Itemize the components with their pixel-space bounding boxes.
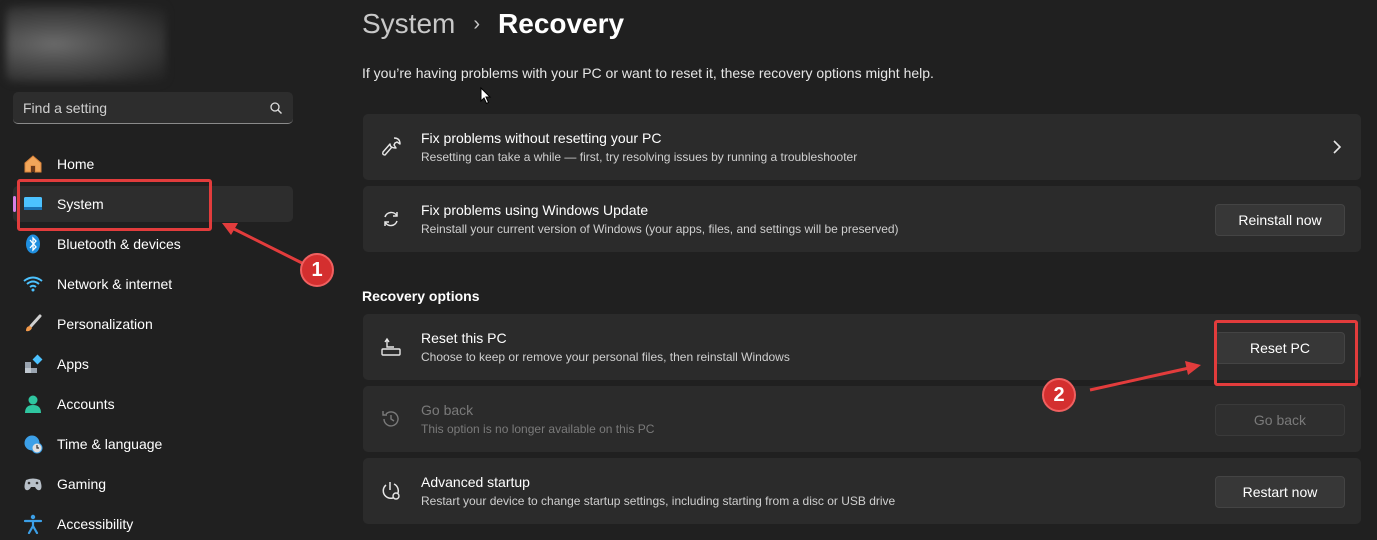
breadcrumb-separator: › xyxy=(473,12,481,35)
selection-indicator xyxy=(13,196,16,212)
sidebar-item-label: Accounts xyxy=(57,396,115,412)
history-icon xyxy=(379,407,403,431)
card-subtitle: Resetting can take a while — first, try … xyxy=(421,150,858,164)
sidebar-item-gaming[interactable]: Gaming xyxy=(13,466,293,502)
breadcrumb: System › Recovery xyxy=(362,8,624,40)
go-back-button[interactable]: Go back xyxy=(1215,404,1345,436)
sidebar-item-label: Personalization xyxy=(57,316,153,332)
bluetooth-icon xyxy=(23,234,43,254)
gamepad-icon xyxy=(23,474,43,494)
sidebar: Find a setting Home System Bluetooth & d… xyxy=(0,0,305,540)
sidebar-item-network[interactable]: Network & internet xyxy=(13,266,293,302)
sidebar-item-accessibility[interactable]: Accessibility xyxy=(13,506,293,540)
annotation-arrow-1 xyxy=(222,223,305,266)
search-placeholder[interactable]: Find a setting xyxy=(23,100,269,116)
annotation-box-1 xyxy=(17,179,212,231)
globe-clock-icon xyxy=(23,434,43,454)
breadcrumb-parent[interactable]: System xyxy=(362,8,455,40)
search-field[interactable]: Find a setting xyxy=(13,92,293,124)
sidebar-item-label: Gaming xyxy=(57,476,107,492)
accessibility-icon xyxy=(23,514,43,534)
restart-now-button[interactable]: Restart now xyxy=(1215,476,1345,508)
home-icon xyxy=(23,154,43,174)
avatar[interactable] xyxy=(6,6,166,82)
annotation-step-1: 1 xyxy=(300,253,334,287)
reset-pc-card: Reset this PC Choose to keep or remove y… xyxy=(363,314,1361,380)
advanced-startup-card: Advanced startup Restart your device to … xyxy=(363,458,1361,524)
sidebar-item-label: Home xyxy=(57,156,95,172)
annotation-box-2 xyxy=(1214,320,1358,386)
brush-icon xyxy=(23,314,43,334)
wifi-icon xyxy=(23,274,43,294)
go-back-card: Go back This option is no longer availab… xyxy=(363,386,1361,452)
card-title: Fix problems without resetting your PC xyxy=(421,130,662,146)
sidebar-item-accounts[interactable]: Accounts xyxy=(13,386,293,422)
sidebar-item-label: Bluetooth & devices xyxy=(57,236,181,252)
sidebar-item-personalization[interactable]: Personalization xyxy=(13,306,293,342)
sidebar-item-home[interactable]: Home xyxy=(13,146,293,182)
page-title: Recovery xyxy=(498,8,625,39)
annotation-arrow-2 xyxy=(1089,361,1201,392)
chevron-right-icon[interactable] xyxy=(1331,138,1343,156)
sidebar-item-label: Accessibility xyxy=(57,516,134,532)
annotation-step-2: 2 xyxy=(1042,378,1076,412)
reset-pc-icon xyxy=(379,335,403,359)
refresh-icon xyxy=(379,207,403,231)
reinstall-now-button[interactable]: Reinstall now xyxy=(1215,204,1345,236)
search-icon[interactable] xyxy=(269,101,283,115)
intro-text: If you’re having problems with your PC o… xyxy=(362,65,934,81)
advanced-startup-icon xyxy=(379,479,403,503)
sidebar-item-time-language[interactable]: Time & language xyxy=(13,426,293,462)
wrench-icon xyxy=(379,135,403,159)
mouse-cursor-icon xyxy=(480,87,492,105)
person-icon xyxy=(23,394,43,414)
section-title-recovery-options: Recovery options xyxy=(362,288,480,304)
sidebar-item-apps[interactable]: Apps xyxy=(13,346,293,382)
sidebar-item-label: Time & language xyxy=(57,436,163,452)
apps-icon xyxy=(23,354,43,374)
fix-without-reset-card[interactable]: Fix problems without resetting your PC R… xyxy=(363,114,1361,180)
fix-windows-update-card: Fix problems using Windows Update Reinst… xyxy=(363,186,1361,252)
sidebar-item-label: Apps xyxy=(57,356,89,372)
sidebar-item-label: Network & internet xyxy=(57,276,173,292)
